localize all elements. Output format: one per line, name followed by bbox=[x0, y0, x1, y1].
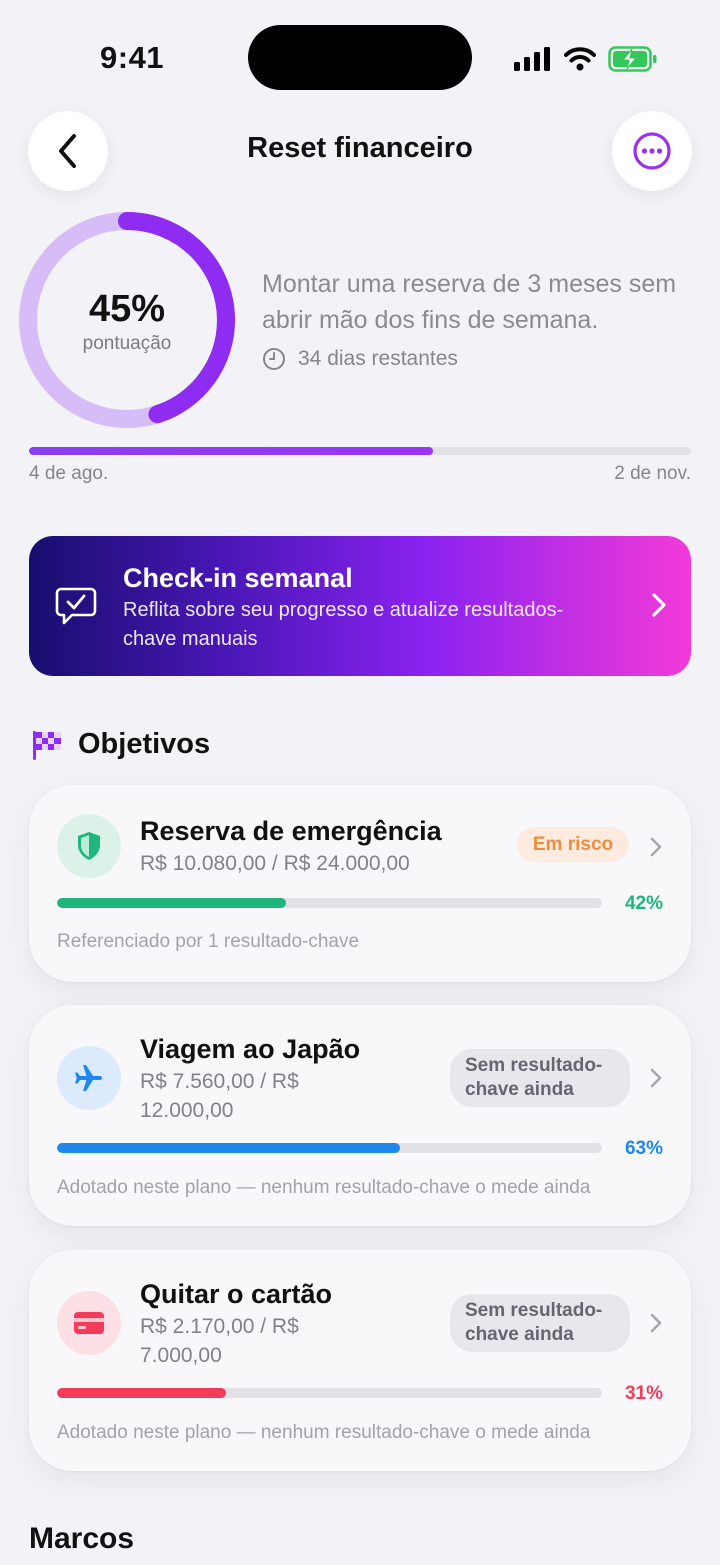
page-title: Reset financeiro bbox=[247, 132, 473, 164]
objective-percent: 63% bbox=[624, 1138, 663, 1159]
objective-icon-badge bbox=[57, 814, 121, 878]
objective-amount: R$ 10.080,00 / R$ 24.000,00 bbox=[140, 852, 410, 875]
chat-check-icon bbox=[55, 587, 97, 625]
days-left: 34 dias restantes bbox=[262, 347, 458, 371]
shield-icon bbox=[78, 832, 100, 860]
chevron-right-icon bbox=[652, 593, 666, 617]
chevron-right-icon bbox=[650, 837, 662, 857]
status-badge: Sem resultado-chave ainda bbox=[450, 1049, 630, 1107]
objective-progress-bar bbox=[57, 898, 602, 908]
objective-amount: R$ 7.560,00 / R$ 12.000,00 bbox=[140, 1070, 299, 1122]
status-badge: Sem resultado-chave ainda bbox=[450, 1294, 630, 1352]
timeline-start-date: 4 de ago. bbox=[29, 463, 109, 484]
status-time: 9:41 bbox=[100, 40, 165, 75]
objective-progress-fill bbox=[57, 898, 286, 908]
timeline-progress-fill bbox=[29, 447, 433, 455]
objective-progress-bar bbox=[57, 1143, 602, 1153]
objective-title: Viagem ao Japão bbox=[140, 1034, 361, 1064]
objective-icon-badge bbox=[57, 1291, 121, 1355]
objective-title: Quitar o cartão bbox=[140, 1279, 333, 1309]
milestones-title: Marcos bbox=[29, 1522, 135, 1555]
checkered-flag-icon bbox=[33, 730, 61, 760]
objective-progress-fill bbox=[57, 1143, 401, 1153]
chevron-right-icon bbox=[650, 1313, 662, 1333]
objective-note: Adotado neste plano — nenhum resultado-c… bbox=[57, 1422, 591, 1443]
checkin-subtitle: Reflita sobre seu progresso e atualize r… bbox=[123, 599, 564, 650]
objective-card[interactable]: Quitar o cartão R$ 2.170,00 / R$ 7.000,0… bbox=[29, 1250, 691, 1471]
objective-card[interactable]: Reserva de emergência R$ 10.080,00 / R$ … bbox=[29, 785, 691, 982]
airplane-icon bbox=[75, 1065, 102, 1091]
objective-icon-badge bbox=[57, 1046, 121, 1110]
status-badge: Em risco bbox=[517, 827, 629, 862]
objectives-header: Objetivos bbox=[32, 728, 210, 761]
objective-note: Adotado neste plano — nenhum resultado-c… bbox=[57, 1177, 591, 1198]
objective-progress-fill bbox=[57, 1388, 226, 1398]
objective-percent: 31% bbox=[624, 1383, 663, 1404]
status-icons bbox=[514, 42, 658, 76]
objective-title: Reserva de emergência bbox=[140, 816, 442, 846]
chevron-left-icon bbox=[59, 134, 76, 168]
days-left-label: 34 dias restantes bbox=[298, 347, 458, 370]
credit-card-icon bbox=[74, 1312, 104, 1334]
score-value: 45% bbox=[88, 288, 166, 330]
status-bar: 9:41 bbox=[0, 0, 720, 100]
battery-charging-icon bbox=[608, 46, 657, 72]
objective-note: Referenciado por 1 resultado-chave bbox=[57, 931, 360, 952]
checkin-title: Check-in semanal bbox=[123, 563, 353, 593]
objective-percent: 42% bbox=[624, 893, 663, 914]
weekly-checkin-banner[interactable]: Check-in semanal Reflita sobre seu progr… bbox=[29, 536, 691, 676]
clock-icon bbox=[263, 348, 285, 370]
objective-amount: R$ 2.170,00 / R$ 7.000,00 bbox=[140, 1315, 299, 1367]
objective-card[interactable]: Viagem ao Japão R$ 7.560,00 / R$ 12.000,… bbox=[29, 1005, 691, 1226]
goal-description: Montar uma reserva de 3 meses sem abrir … bbox=[262, 270, 677, 334]
chevron-right-icon bbox=[650, 1068, 662, 1088]
more-options-button[interactable] bbox=[612, 111, 692, 191]
timeline-end-date: 2 de nov. bbox=[614, 463, 691, 484]
score-label: pontuação bbox=[82, 333, 172, 354]
objectives-title: Objetivos bbox=[78, 728, 211, 760]
wifi-icon bbox=[564, 47, 596, 71]
ellipsis-icon bbox=[633, 132, 671, 170]
cellular-signal-icon bbox=[514, 47, 550, 71]
back-button[interactable] bbox=[28, 111, 108, 191]
objective-progress-bar bbox=[57, 1388, 602, 1398]
dynamic-island bbox=[248, 25, 472, 90]
timeline-progress-bar bbox=[29, 447, 691, 455]
